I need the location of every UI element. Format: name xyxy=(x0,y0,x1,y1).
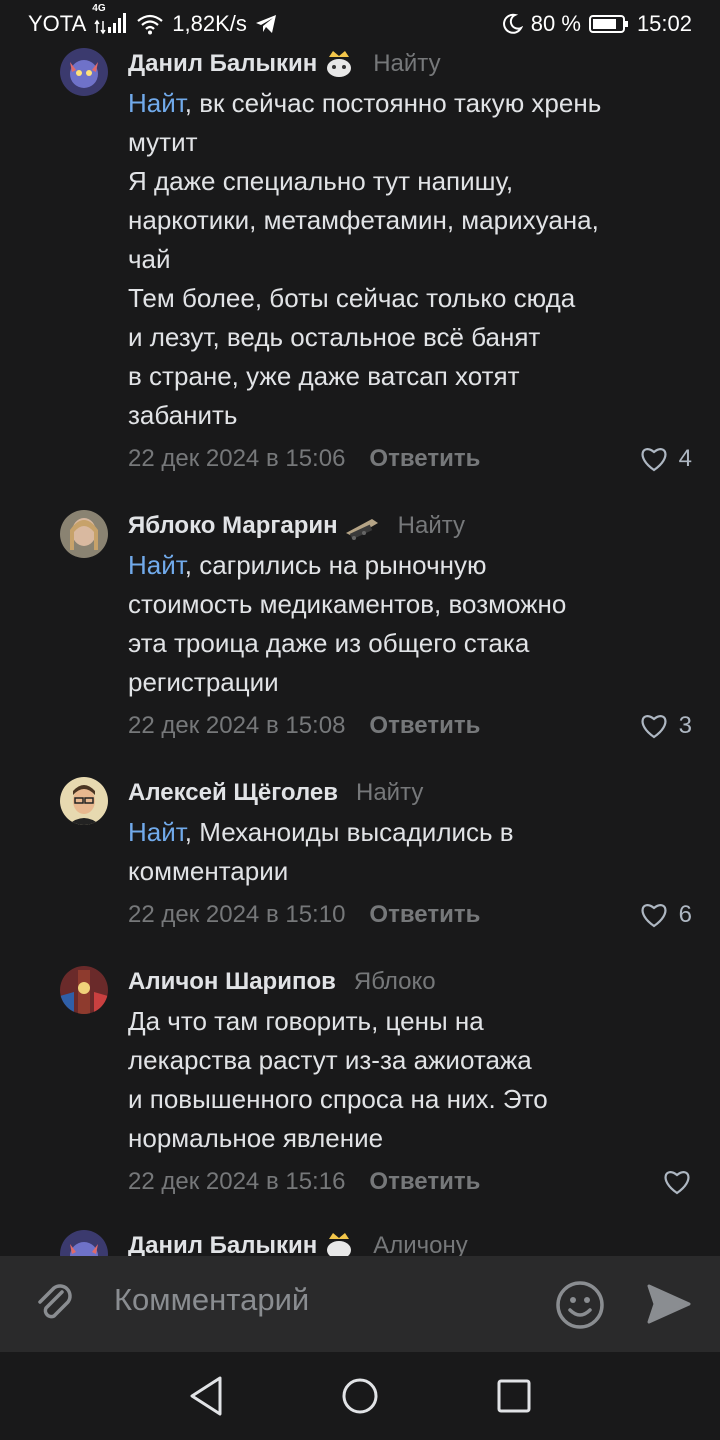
recents-icon[interactable] xyxy=(494,1374,534,1423)
comment-text-body: , сагрились на рыночную стоимость медика… xyxy=(128,550,567,697)
comment-author[interactable]: Алексей Щёголев xyxy=(128,779,338,807)
reply-to-label[interactable]: Найту xyxy=(398,512,465,540)
avatar[interactable] xyxy=(60,777,108,825)
comment-meta: 22 дек 2024 в 15:10 Ответить 6 xyxy=(128,895,692,935)
wifi-icon xyxy=(136,13,164,35)
emoji-icon[interactable] xyxy=(555,1280,605,1335)
comment-author[interactable]: Яблоко Маргарин xyxy=(128,512,338,540)
like-count: 4 xyxy=(678,445,692,472)
comment-author[interactable]: Аличон Шарипов xyxy=(128,968,336,996)
network-speed: 1,82K/s xyxy=(172,11,247,36)
heart-icon xyxy=(664,1171,690,1195)
comment-input[interactable]: Комментарий xyxy=(114,1282,309,1318)
like-button[interactable]: 3 xyxy=(639,706,692,746)
comment-date: 22 дек 2024 в 15:10 xyxy=(128,901,346,928)
comment-meta: 22 дек 2024 в 15:06 Ответить 4 xyxy=(128,439,692,479)
comment-meta: 22 дек 2024 в 15:08 Ответить 3 xyxy=(128,706,692,746)
reply-button[interactable]: Ответить xyxy=(369,712,480,740)
comment-text-body: , Механоиды высадились в комментарии xyxy=(128,817,514,886)
mention-link[interactable]: Найт xyxy=(128,817,185,847)
telegram-icon xyxy=(255,14,277,34)
avatar[interactable] xyxy=(60,1230,108,1256)
like-button[interactable] xyxy=(662,1162,692,1202)
signal-icon: 4G xyxy=(92,3,128,35)
comment-text: Найт, сагрились на рыночную стоимость ме… xyxy=(128,546,692,702)
clock: 15:02 xyxy=(636,11,692,36)
heart-icon xyxy=(641,448,666,472)
send-icon[interactable] xyxy=(645,1280,693,1333)
comment-text-body: Да что там говорить, цены на лекарства р… xyxy=(128,1006,548,1153)
comment-author[interactable]: Данил Балыкин xyxy=(128,1232,317,1256)
comment-composer: Комментарий xyxy=(0,1256,720,1352)
comment-text: Найт, Механоиды высадились в комментарии xyxy=(128,813,692,891)
avatar[interactable] xyxy=(60,48,108,96)
like-count: 3 xyxy=(678,712,692,739)
reply-to-label[interactable]: Найту xyxy=(356,779,423,807)
battery-percent: 80 % xyxy=(530,11,581,36)
home-icon[interactable] xyxy=(340,1374,380,1423)
comment-text: Найт, вк сейчас постоянно такую хрень му… xyxy=(128,84,692,435)
comment-text-body: , вк сейчас постоянно такую хрень мутит … xyxy=(128,88,602,430)
like-count: 6 xyxy=(678,901,692,928)
reply-to-label[interactable]: Аличону xyxy=(373,1232,468,1256)
avatar[interactable] xyxy=(60,510,108,558)
crown-cat-icon xyxy=(323,49,355,79)
reply-to-label[interactable]: Найту xyxy=(373,50,440,78)
comment-date: 22 дек 2024 в 15:16 xyxy=(128,1168,346,1195)
like-button[interactable]: 6 xyxy=(639,895,692,935)
reply-button[interactable]: Ответить xyxy=(369,1168,480,1196)
system-nav-bar xyxy=(0,1352,720,1440)
carrier-label: YOTA xyxy=(28,11,87,36)
comment-meta: 22 дек 2024 в 15:16 Ответить xyxy=(128,1162,692,1202)
reply-button[interactable]: Ответить xyxy=(369,445,480,473)
back-icon[interactable] xyxy=(186,1374,226,1423)
moon-icon xyxy=(501,13,523,35)
reply-button[interactable]: Ответить xyxy=(369,901,480,929)
comments-list[interactable]: Данил Балыкин Найту Найт, вк сейчас пост… xyxy=(0,40,720,1256)
battery-icon xyxy=(588,14,629,34)
mention-link[interactable]: Найт xyxy=(128,550,185,580)
comment-text: Да что там говорить, цены на лекарства р… xyxy=(128,1002,692,1158)
reply-to-label[interactable]: Яблоко xyxy=(354,968,436,996)
heart-icon xyxy=(641,904,666,928)
paperclip-icon[interactable] xyxy=(32,1280,80,1333)
heart-icon xyxy=(641,715,666,739)
crown-cat-icon xyxy=(323,1231,355,1256)
network-type: 4G xyxy=(92,3,106,14)
train-sticker-icon xyxy=(344,511,380,541)
avatar[interactable] xyxy=(60,966,108,1014)
comment-date: 22 дек 2024 в 15:06 xyxy=(128,445,346,472)
comment-author[interactable]: Данил Балыкин xyxy=(128,50,317,78)
like-button[interactable]: 4 xyxy=(639,439,692,479)
comment-date: 22 дек 2024 в 15:08 xyxy=(128,712,346,739)
mention-link[interactable]: Найт xyxy=(128,88,185,118)
